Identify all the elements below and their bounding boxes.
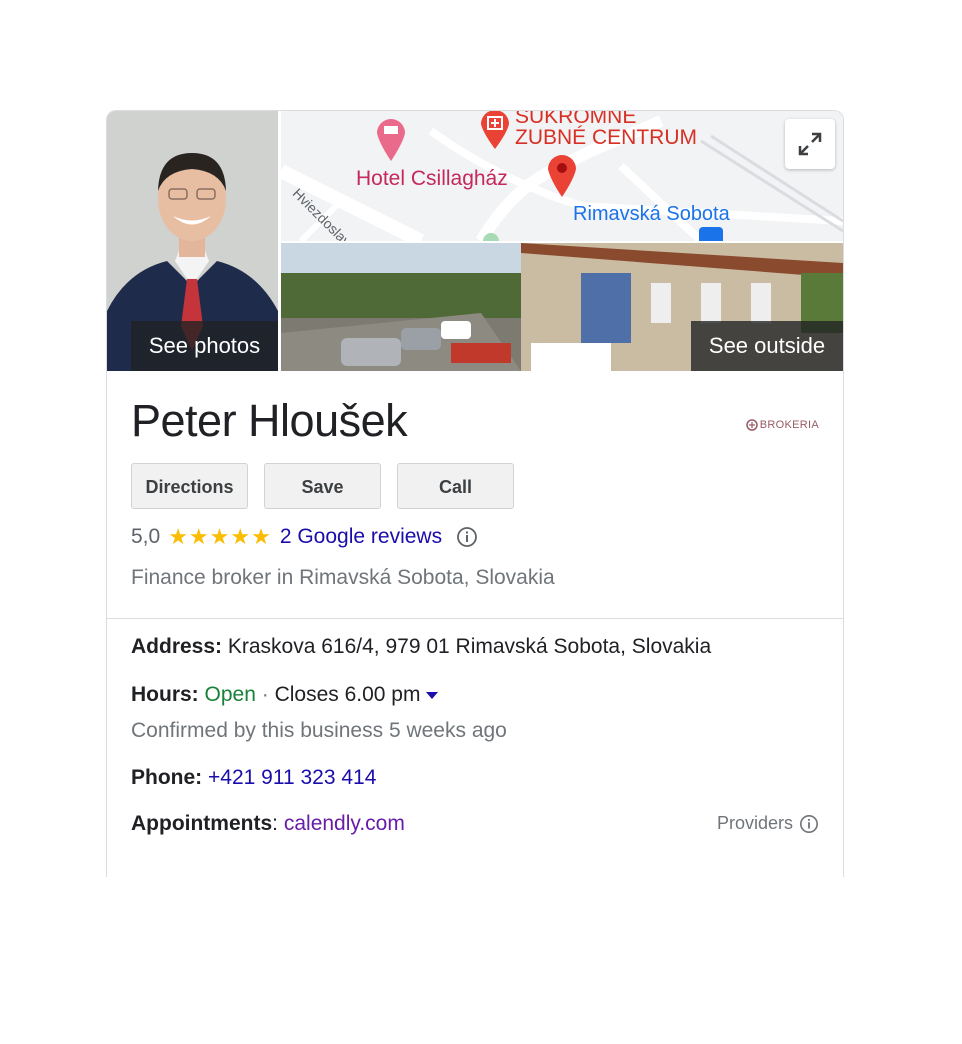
see-photos-button[interactable]: See photos (131, 321, 278, 371)
phone-link[interactable]: +421 911 323 414 (208, 766, 376, 789)
call-button[interactable]: Call (397, 463, 514, 509)
providers-label: Providers (716, 813, 793, 833)
expand-icon (798, 132, 822, 156)
phone-label: Phone: (131, 766, 203, 789)
street-view-preview[interactable]: See outside (281, 243, 843, 371)
hours-dropdown-icon[interactable] (426, 691, 439, 699)
directions-button[interactable]: Directions (131, 463, 248, 509)
address-label: Address: (131, 635, 223, 658)
appointments-link[interactable]: calendly.com (284, 812, 405, 835)
business-name: Peter Hloušek (131, 395, 408, 446)
map-label-clinic: ZUBNÉ CENTRUM (515, 126, 697, 149)
profile-photo[interactable]: See photos (107, 111, 280, 371)
rating-row: 5,0 ★★★★★ 2 Google reviews (131, 521, 478, 553)
hotel-pin-icon (377, 119, 405, 161)
business-category: Finance broker in Rimavská Sobota, Slova… (131, 566, 555, 589)
map-preview[interactable]: Hotel Csillagház SÚKROMNÉ ZUBNÉ CENTRUM … (281, 111, 843, 241)
providers-info-icon (800, 814, 818, 833)
location-pin-icon (548, 155, 576, 197)
hours-row: Hours: Open · Closes 6.00 pm (131, 683, 439, 707)
logo-mark-icon (746, 419, 758, 431)
providers-button[interactable]: Providers (717, 813, 819, 834)
see-outside-button[interactable]: See outside (691, 321, 843, 371)
hours-confirmed: Confirmed by this business 5 weeks ago (131, 719, 507, 742)
address-row: Address: Kraskova 616/4, 979 01 Rimavská… (131, 635, 711, 659)
hours-label: Hours: (131, 683, 199, 706)
hours-status: Open (204, 683, 256, 706)
map-label-town: Rimavská Sobota (573, 203, 730, 225)
hours-separator: · (261, 683, 269, 706)
brand-logo: BROKERIA (746, 419, 819, 431)
logo-text: BROKERIA (759, 419, 819, 431)
appointments-row: Appointments: calendly.com (131, 812, 405, 836)
knowledge-panel: See photos Hotel Csillagház SÚKROMNÉ ZUB… (106, 110, 844, 877)
appointments-label: Appointments (131, 812, 273, 835)
info-icon[interactable] (456, 526, 478, 548)
reviews-link[interactable]: 2 Google reviews (280, 525, 442, 549)
address-value[interactable]: Kraskova 616/4, 979 01 Rimavská Sobota, … (228, 635, 711, 658)
hours-closes[interactable]: Closes 6.00 pm (275, 683, 421, 706)
divider (107, 618, 843, 619)
appointments-separator: : (272, 812, 278, 835)
clinic-pin-icon (481, 111, 509, 149)
phone-row: Phone: +421 911 323 414 (131, 766, 376, 790)
bus-stop-icon (699, 227, 723, 241)
expand-map-button[interactable] (785, 119, 835, 169)
rating-value: 5,0 (131, 525, 161, 548)
star-rating-icon: ★★★★★ (168, 524, 272, 549)
save-button[interactable]: Save (264, 463, 381, 509)
map-label-hotel: Hotel Csillagház (356, 167, 508, 190)
